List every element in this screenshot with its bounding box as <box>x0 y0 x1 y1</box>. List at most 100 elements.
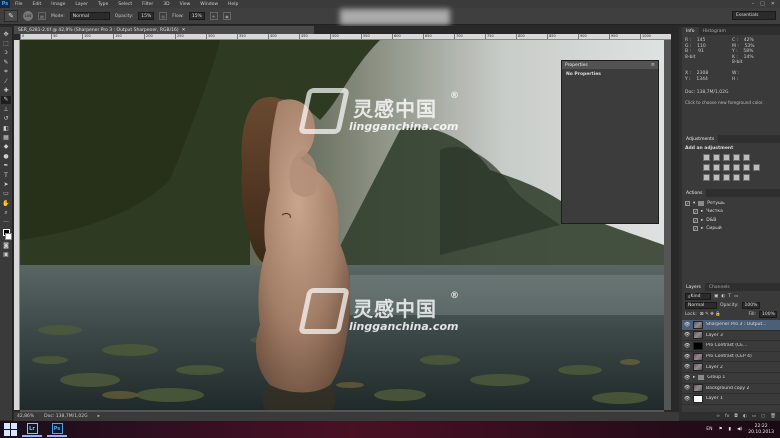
document-tab[interactable]: SER_6281-2.tif @ 42,9% (Sharpener Pro 3 … <box>14 26 314 34</box>
move-tool-icon[interactable]: ✥ <box>1 30 11 38</box>
vibrance-icon[interactable] <box>743 154 750 161</box>
history-brush-tool-icon[interactable]: ↺ <box>1 115 11 123</box>
gradient-map-icon[interactable] <box>733 174 740 181</box>
lasso-tool-icon[interactable]: ↄ <box>1 49 11 57</box>
flow-input[interactable]: 15% <box>188 12 205 20</box>
layer-row[interactable]: 👁 Pro Contrast (CE... <box>682 341 780 352</box>
vertical-scrollbar[interactable] <box>664 40 671 410</box>
filter-shape-icon[interactable]: ▭ <box>734 294 738 299</box>
zoom-level[interactable]: 42,86% <box>17 414 34 419</box>
hand-tool-icon[interactable]: ✋ <box>1 199 11 207</box>
threshold-icon[interactable] <box>723 174 730 181</box>
link-icon[interactable]: ∞ <box>716 414 720 419</box>
brush-preset-picker[interactable]: ✎ <box>4 10 18 22</box>
brush-panel-toggle-icon[interactable]: ▤ <box>38 12 46 20</box>
taskbar-app-lr[interactable]: Lr <box>22 422 42 437</box>
expand-icon[interactable]: ▸ <box>701 218 703 223</box>
tab-actions[interactable]: Actions <box>682 189 707 197</box>
expand-icon[interactable]: ▸ <box>701 226 703 231</box>
tab-channels[interactable]: Channels <box>705 283 734 291</box>
menu-view[interactable]: View <box>175 2 196 7</box>
layer-kind-filter[interactable]: ⌕ Kind <box>685 293 711 300</box>
action-check-icon[interactable]: ✓ <box>693 209 698 215</box>
screen-mode-icon[interactable]: ▣ <box>1 251 11 259</box>
healing-brush-tool-icon[interactable]: ✚ <box>1 86 11 94</box>
filter-pixel-icon[interactable]: ▣ <box>714 294 718 299</box>
menu-file[interactable]: File <box>10 2 28 7</box>
maximize-icon[interactable]: □ <box>760 1 765 7</box>
pressure-size-icon[interactable]: ◉ <box>222 12 231 20</box>
exposure-icon[interactable] <box>733 154 740 161</box>
volume-icon[interactable]: ◀) <box>737 427 742 432</box>
menu-edit[interactable]: Edit <box>28 2 47 7</box>
black-white-icon[interactable] <box>723 164 730 171</box>
action-item[interactable]: ✓ ▸ Чистка <box>685 208 777 217</box>
visibility-eye-icon[interactable]: 👁 <box>684 322 690 328</box>
tab-adjustments[interactable]: Adjustments <box>682 135 719 143</box>
brush-size-indicator[interactable]: 100 <box>23 11 33 21</box>
minimize-icon[interactable]: – <box>752 1 755 7</box>
flag-icon[interactable]: ⚑ <box>718 427 722 432</box>
new-layer-icon[interactable]: ▢ <box>761 414 765 419</box>
visibility-eye-icon[interactable]: 👁 <box>684 354 690 360</box>
visibility-eye-icon[interactable]: 👁 <box>684 364 690 370</box>
layer-row[interactable]: 👁 Background copy 2 <box>682 384 780 395</box>
extra-tools-icon[interactable]: ··· <box>1 218 11 226</box>
eyedropper-tool-icon[interactable]: ⁄ <box>1 77 11 85</box>
background-color-swatch[interactable] <box>5 233 12 241</box>
panel-menu-icon[interactable]: ≡ <box>651 62 655 68</box>
type-tool-icon[interactable]: T <box>1 171 11 179</box>
pressure-opacity-icon[interactable]: ◎ <box>159 12 168 20</box>
brush-tool-icon[interactable]: ✎ <box>1 95 11 105</box>
fill-input[interactable]: 100% <box>759 311 777 318</box>
lock-icon[interactable]: ⊠ ✎ ✥ 🔒 <box>700 312 721 317</box>
layer-row[interactable]: 👁 Sharpener Pro 3 : Output... <box>682 320 780 331</box>
posterize-icon[interactable] <box>713 174 720 181</box>
menu-window[interactable]: Window <box>195 2 223 7</box>
menu-select[interactable]: Select <box>113 2 137 7</box>
hue-saturation-icon[interactable] <box>703 164 710 171</box>
dodge-tool-icon[interactable]: ● <box>1 152 11 160</box>
crop-tool-icon[interactable]: ⌗ <box>1 68 11 76</box>
mask-icon[interactable]: ◘ <box>734 414 738 419</box>
tab-info[interactable]: Info <box>682 27 699 35</box>
expand-group-icon[interactable]: ▸ <box>693 375 695 380</box>
layer-opacity-input[interactable]: 100% <box>741 302 760 309</box>
properties-tab[interactable]: Properties <box>562 61 658 69</box>
expand-icon[interactable]: ▸ <box>701 209 703 214</box>
layer-row[interactable]: 👁 ▸ Group 1 <box>682 373 780 384</box>
action-item[interactable]: ✓ ▸ D&B <box>685 216 777 225</box>
path-select-tool-icon[interactable]: ➤ <box>1 180 11 188</box>
blur-tool-icon[interactable]: ◆ <box>1 143 11 151</box>
color-balance-icon[interactable] <box>713 164 720 171</box>
curves-icon[interactable] <box>723 154 730 161</box>
close-tab-icon[interactable]: ✕ <box>182 28 186 33</box>
selective-color-icon[interactable] <box>743 174 750 181</box>
action-check-icon[interactable]: ✓ <box>693 217 698 223</box>
quick-mask-icon[interactable]: ◙ <box>1 241 11 249</box>
adjust-layer-icon[interactable]: ◐ <box>743 414 747 419</box>
visibility-eye-icon[interactable]: 👁 <box>684 375 690 381</box>
channel-mixer-icon[interactable] <box>743 164 750 171</box>
status-menu-icon[interactable]: ▸ <box>98 414 100 419</box>
action-item[interactable]: ✓ ▸ Сирый <box>685 225 777 234</box>
invert-icon[interactable] <box>703 174 710 181</box>
photo-filter-icon[interactable] <box>733 164 740 171</box>
clock[interactable]: 22:22 20.10.2013 <box>748 424 774 436</box>
color-lookup-icon[interactable] <box>753 164 760 171</box>
trash-icon[interactable]: 🗑 <box>770 414 776 419</box>
pen-tool-icon[interactable]: ✒ <box>1 161 11 169</box>
marquee-tool-icon[interactable]: ⬚ <box>1 39 11 47</box>
levels-icon[interactable] <box>713 154 720 161</box>
zoom-tool-icon[interactable]: ⌕ <box>1 208 11 216</box>
visibility-eye-icon[interactable]: 👁 <box>684 332 690 338</box>
menu-help[interactable]: Help <box>223 2 243 7</box>
tab-histogram[interactable]: Histogram <box>699 27 730 35</box>
visibility-eye-icon[interactable]: 👁 <box>684 396 690 402</box>
clone-stamp-tool-icon[interactable]: ⊥ <box>1 105 11 113</box>
taskbar-app-ps[interactable]: Ps <box>47 422 67 437</box>
blend-mode-select[interactable]: Normal <box>685 302 717 309</box>
fx-icon[interactable]: fx <box>725 414 729 419</box>
network-icon[interactable]: ▮ <box>729 427 731 432</box>
layer-row[interactable]: 👁 Layer 1 <box>682 394 780 405</box>
